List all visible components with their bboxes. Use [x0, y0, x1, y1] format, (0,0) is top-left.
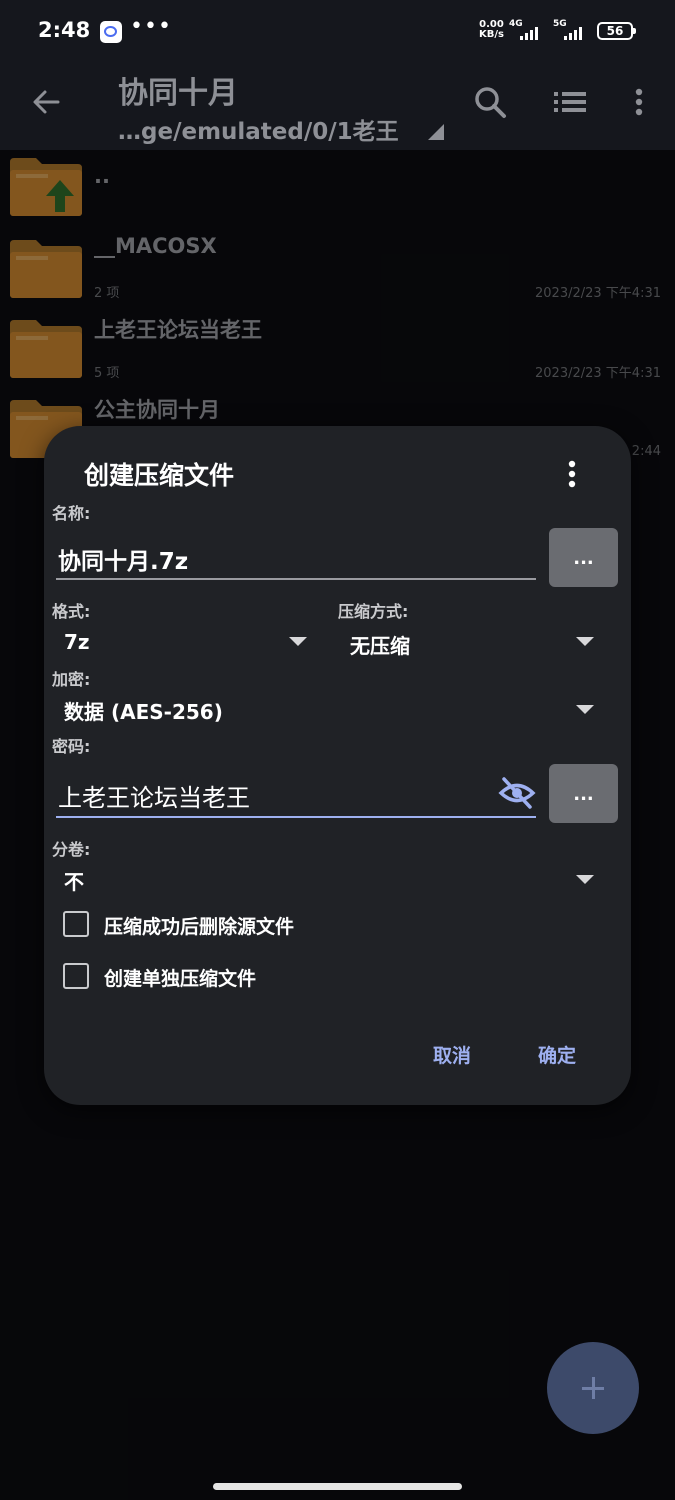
status-time: 2:48 — [38, 18, 91, 42]
cancel-button[interactable]: 取消 — [433, 1041, 471, 1068]
network-speed-unit: KB/s — [479, 29, 504, 40]
password-field-underline — [56, 816, 536, 818]
app-toolbar: 协同十月 …ge/emulated/0/1老王 — [0, 62, 675, 150]
dialog-title: 创建压缩文件 — [84, 461, 235, 490]
separate-archive-checkbox[interactable] — [63, 963, 89, 989]
archive-name-field[interactable]: 协同十月.7z — [58, 542, 188, 576]
format-label: 格式: — [52, 602, 91, 621]
create-archive-dialog: 创建压缩文件 名称: 协同十月.7z ... 格式: 7z 压缩方式: 无压缩 … — [44, 426, 631, 1105]
encryption-label: 加密: — [52, 670, 91, 689]
browse-name-button[interactable]: ... — [549, 528, 618, 587]
encryption-select[interactable]: 数据 (AES-256) — [64, 696, 223, 725]
current-path[interactable]: …ge/emulated/0/1老王 — [118, 112, 399, 146]
format-select[interactable]: 7z — [64, 630, 90, 654]
more-vert-icon[interactable] — [619, 82, 659, 122]
format-dropdown-icon[interactable] — [289, 637, 307, 646]
network-speed: 0.00 KB/s — [479, 20, 504, 40]
list-view-icon[interactable] — [550, 82, 590, 122]
battery-icon: 56 — [597, 22, 636, 40]
more-notifications-icon: ••• — [130, 14, 172, 39]
password-options-button[interactable]: ... — [549, 764, 618, 823]
back-arrow-icon[interactable] — [28, 84, 64, 120]
split-select[interactable]: 不 — [64, 866, 84, 895]
compression-method-label: 压缩方式: — [338, 602, 409, 621]
signal-2-icon — [564, 24, 582, 40]
ok-button[interactable]: 确定 — [538, 1041, 576, 1068]
visibility-off-icon[interactable] — [498, 776, 536, 810]
password-field[interactable]: 上老王论坛当老王 — [58, 778, 250, 813]
home-indicator[interactable] — [213, 1483, 462, 1490]
name-label: 名称: — [52, 504, 91, 523]
compression-method-select[interactable]: 无压缩 — [350, 630, 410, 659]
split-dropdown-icon[interactable] — [576, 875, 594, 884]
add-fab-button[interactable] — [547, 1342, 639, 1434]
app-notification-icon — [100, 21, 122, 43]
path-dropdown-icon[interactable] — [428, 124, 444, 140]
signal-1-icon — [520, 24, 538, 40]
method-dropdown-icon[interactable] — [576, 637, 594, 646]
delete-source-checkbox[interactable] — [63, 911, 89, 937]
name-field-underline — [56, 578, 536, 580]
separate-archive-label[interactable]: 创建单独压缩文件 — [104, 964, 256, 991]
delete-source-label[interactable]: 压缩成功后删除源文件 — [104, 912, 294, 939]
status-bar: 2:48 ••• 0.00 KB/s 4G 5G 56 — [0, 0, 675, 62]
dialog-more-vert-icon[interactable] — [560, 458, 584, 490]
search-icon[interactable] — [470, 82, 510, 122]
split-label: 分卷: — [52, 840, 91, 859]
password-label: 密码: — [52, 737, 91, 756]
encryption-dropdown-icon[interactable] — [576, 705, 594, 714]
battery-level: 56 — [606, 24, 624, 38]
folder-title: 协同十月 — [118, 76, 238, 111]
